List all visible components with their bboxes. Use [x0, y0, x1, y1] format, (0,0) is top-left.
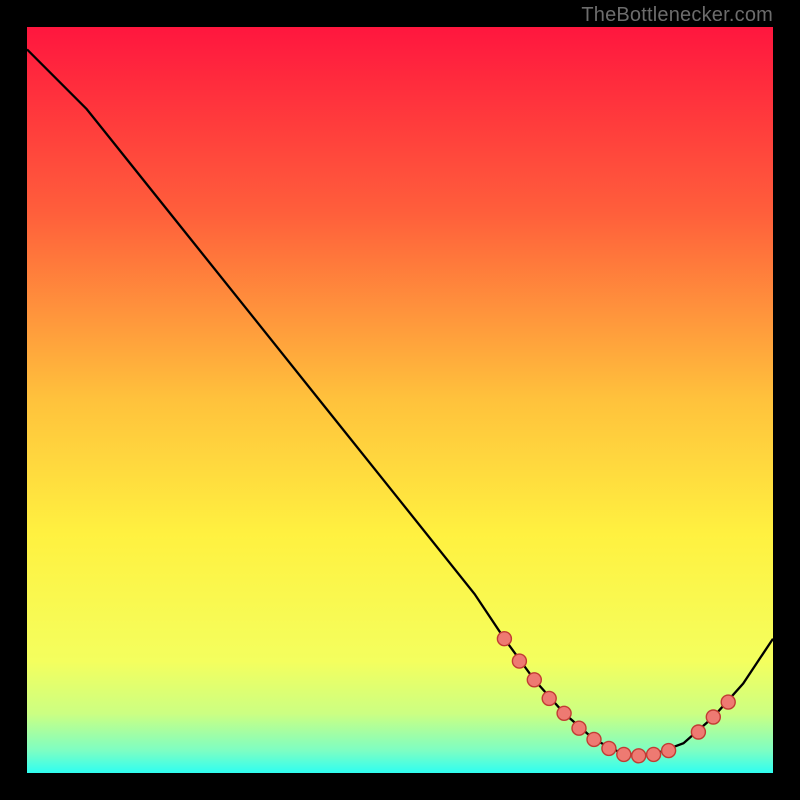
plot-area — [27, 27, 773, 773]
chart-frame: TheBottlenecker.com — [0, 0, 800, 800]
data-marker — [617, 747, 631, 761]
data-marker — [497, 632, 511, 646]
curve-markers — [497, 632, 735, 763]
data-marker — [512, 654, 526, 668]
data-marker — [662, 744, 676, 758]
data-marker — [542, 691, 556, 705]
data-marker — [527, 673, 541, 687]
data-marker — [691, 725, 705, 739]
data-marker — [632, 749, 646, 763]
data-marker — [647, 747, 661, 761]
data-marker — [706, 710, 720, 724]
data-marker — [572, 721, 586, 735]
data-marker — [721, 695, 735, 709]
attribution-text: TheBottlenecker.com — [581, 4, 773, 27]
data-marker — [602, 741, 616, 755]
bottleneck-curve — [27, 49, 773, 754]
curve-overlay — [27, 27, 773, 773]
data-marker — [587, 732, 601, 746]
data-marker — [557, 706, 571, 720]
